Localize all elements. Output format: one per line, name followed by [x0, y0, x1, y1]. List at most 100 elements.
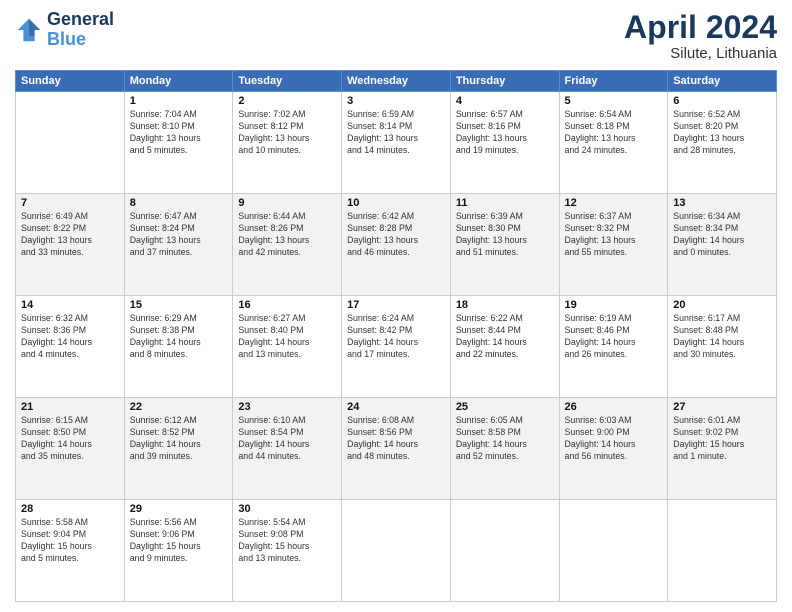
calendar-cell: 12Sunrise: 6:37 AM Sunset: 8:32 PM Dayli…: [559, 194, 668, 296]
day-info: Sunrise: 5:56 AM Sunset: 9:06 PM Dayligh…: [130, 517, 228, 565]
day-info: Sunrise: 6:44 AM Sunset: 8:26 PM Dayligh…: [238, 211, 336, 259]
day-number: 6: [673, 95, 771, 107]
calendar-cell: 6 Sunrise: 6:52 AM Sunset: 8:20 PM Daylig…: [668, 92, 777, 194]
calendar-cell: 8 Sunrise: 6:47 AM Sunset: 8:24 PM Daylig…: [124, 194, 233, 296]
day-number: 27: [673, 401, 771, 413]
calendar-cell: 23 Sunrise: 6:10 AM Sunset: 8:54 PM Dayli…: [233, 398, 342, 500]
calendar-cell: 13Sunrise: 6:34 AM Sunset: 8:34 PM Dayli…: [668, 194, 777, 296]
calendar-cell: 2 Sunrise: 7:02 AM Sunset: 8:12 PM Daylig…: [233, 92, 342, 194]
logo-line2: Blue: [47, 29, 86, 49]
logo-icon: [15, 16, 43, 44]
day-number: 23: [238, 401, 336, 413]
calendar-cell: 17 Sunrise: 6:24 AM Sunset: 8:42 PM Dayli…: [342, 296, 451, 398]
calendar-cell: 18 Sunrise: 6:22 AM Sunset: 8:44 PM Dayli…: [450, 296, 559, 398]
weekday-header-monday: Monday: [124, 71, 233, 92]
calendar-cell: 21Sunrise: 6:15 AM Sunset: 8:50 PM Dayli…: [16, 398, 125, 500]
location-subtitle: Silute, Lithuania: [624, 45, 777, 62]
day-number: 18: [456, 299, 554, 311]
day-info: Sunrise: 7:04 AM Sunset: 8:10 PM Dayligh…: [130, 109, 228, 157]
day-info: Sunrise: 6:39 AM Sunset: 8:30 PM Dayligh…: [456, 211, 554, 259]
day-number: 26: [565, 401, 663, 413]
week-row-5: 28 Sunrise: 5:58 AM Sunset: 9:04 PM Dayli…: [16, 500, 777, 602]
calendar-cell: [450, 500, 559, 602]
weekday-header-thursday: Thursday: [450, 71, 559, 92]
month-title: April 2024: [624, 10, 777, 45]
day-info: Sunrise: 6:34 AM Sunset: 8:34 PM Dayligh…: [673, 211, 771, 259]
day-number: 8: [130, 197, 228, 209]
day-info: Sunrise: 6:52 AM Sunset: 8:20 PM Dayligh…: [673, 109, 771, 157]
logo-line1: General: [47, 10, 114, 30]
calendar-cell: 26 Sunrise: 6:03 AM Sunset: 9:00 PM Dayli…: [559, 398, 668, 500]
day-number: 21: [21, 401, 119, 413]
day-number: 15: [130, 299, 228, 311]
calendar-cell: 15Sunrise: 6:29 AM Sunset: 8:38 PM Dayli…: [124, 296, 233, 398]
day-number: 11: [456, 197, 554, 209]
day-number: 28: [21, 503, 119, 515]
calendar-cell: 30 Sunrise: 5:54 AM Sunset: 9:08 PM Dayli…: [233, 500, 342, 602]
calendar-cell: 1 Sunrise: 7:04 AM Sunset: 8:10 PM Daylig…: [124, 92, 233, 194]
day-info: Sunrise: 6:27 AM Sunset: 8:40 PM Dayligh…: [238, 313, 336, 361]
day-number: 12: [565, 197, 663, 209]
day-number: 25: [456, 401, 554, 413]
week-row-3: 14Sunrise: 6:32 AM Sunset: 8:36 PM Dayli…: [16, 296, 777, 398]
day-info: Sunrise: 6:49 AM Sunset: 8:22 PM Dayligh…: [21, 211, 119, 259]
day-number: 1: [130, 95, 228, 107]
day-number: 14: [21, 299, 119, 311]
day-number: 19: [565, 299, 663, 311]
calendar-cell: 19 Sunrise: 6:19 AM Sunset: 8:46 PM Dayli…: [559, 296, 668, 398]
day-info: Sunrise: 6:01 AM Sunset: 9:02 PM Dayligh…: [673, 415, 771, 463]
calendar-cell: 5Sunrise: 6:54 AM Sunset: 8:18 PM Daylig…: [559, 92, 668, 194]
day-info: Sunrise: 6:10 AM Sunset: 8:54 PM Dayligh…: [238, 415, 336, 463]
day-info: Sunrise: 7:02 AM Sunset: 8:12 PM Dayligh…: [238, 109, 336, 157]
weekday-header-wednesday: Wednesday: [342, 71, 451, 92]
calendar-cell: [668, 500, 777, 602]
day-number: 30: [238, 503, 336, 515]
calendar: SundayMondayTuesdayWednesdayThursdayFrid…: [15, 70, 777, 602]
day-info: Sunrise: 6:03 AM Sunset: 9:00 PM Dayligh…: [565, 415, 663, 463]
day-info: Sunrise: 6:47 AM Sunset: 8:24 PM Dayligh…: [130, 211, 228, 259]
day-number: 5: [565, 95, 663, 107]
day-info: Sunrise: 6:22 AM Sunset: 8:44 PM Dayligh…: [456, 313, 554, 361]
title-block: April 2024 Silute, Lithuania: [624, 10, 777, 62]
week-row-2: 7 Sunrise: 6:49 AM Sunset: 8:22 PM Daylig…: [16, 194, 777, 296]
day-info: Sunrise: 6:05 AM Sunset: 8:58 PM Dayligh…: [456, 415, 554, 463]
weekday-header-friday: Friday: [559, 71, 668, 92]
day-number: 7: [21, 197, 119, 209]
calendar-cell: 29 Sunrise: 5:56 AM Sunset: 9:06 PM Dayli…: [124, 500, 233, 602]
calendar-cell: 4Sunrise: 6:57 AM Sunset: 8:16 PM Daylig…: [450, 92, 559, 194]
page: General Blue April 2024 Silute, Lithuani…: [0, 0, 792, 612]
day-info: Sunrise: 6:24 AM Sunset: 8:42 PM Dayligh…: [347, 313, 445, 361]
day-number: 20: [673, 299, 771, 311]
weekday-header-row: SundayMondayTuesdayWednesdayThursdayFrid…: [16, 71, 777, 92]
logo: General Blue: [15, 10, 114, 50]
weekday-header-tuesday: Tuesday: [233, 71, 342, 92]
calendar-cell: 28 Sunrise: 5:58 AM Sunset: 9:04 PM Dayli…: [16, 500, 125, 602]
day-info: Sunrise: 5:58 AM Sunset: 9:04 PM Dayligh…: [21, 517, 119, 565]
day-number: 9: [238, 197, 336, 209]
day-number: 29: [130, 503, 228, 515]
day-number: 17: [347, 299, 445, 311]
day-info: Sunrise: 6:19 AM Sunset: 8:46 PM Dayligh…: [565, 313, 663, 361]
weekday-header-sunday: Sunday: [16, 71, 125, 92]
calendar-cell: 11 Sunrise: 6:39 AM Sunset: 8:30 PM Dayli…: [450, 194, 559, 296]
calendar-cell: 10Sunrise: 6:42 AM Sunset: 8:28 PM Dayli…: [342, 194, 451, 296]
day-number: 3: [347, 95, 445, 107]
calendar-cell: [16, 92, 125, 194]
day-number: 22: [130, 401, 228, 413]
day-number: 16: [238, 299, 336, 311]
calendar-cell: 20Sunrise: 6:17 AM Sunset: 8:48 PM Dayli…: [668, 296, 777, 398]
calendar-cell: 22 Sunrise: 6:12 AM Sunset: 8:52 PM Dayli…: [124, 398, 233, 500]
logo-text: General Blue: [47, 10, 114, 50]
calendar-cell: 25 Sunrise: 6:05 AM Sunset: 8:58 PM Dayli…: [450, 398, 559, 500]
day-info: Sunrise: 6:08 AM Sunset: 8:56 PM Dayligh…: [347, 415, 445, 463]
calendar-cell: 7 Sunrise: 6:49 AM Sunset: 8:22 PM Daylig…: [16, 194, 125, 296]
calendar-cell: 3 Sunrise: 6:59 AM Sunset: 8:14 PM Daylig…: [342, 92, 451, 194]
calendar-cell: 9 Sunrise: 6:44 AM Sunset: 8:26 PM Daylig…: [233, 194, 342, 296]
calendar-cell: 27 Sunrise: 6:01 AM Sunset: 9:02 PM Dayli…: [668, 398, 777, 500]
day-info: Sunrise: 5:54 AM Sunset: 9:08 PM Dayligh…: [238, 517, 336, 565]
day-number: 2: [238, 95, 336, 107]
day-info: Sunrise: 6:59 AM Sunset: 8:14 PM Dayligh…: [347, 109, 445, 157]
day-number: 24: [347, 401, 445, 413]
week-row-1: 1 Sunrise: 7:04 AM Sunset: 8:10 PM Daylig…: [16, 92, 777, 194]
day-info: Sunrise: 6:12 AM Sunset: 8:52 PM Dayligh…: [130, 415, 228, 463]
